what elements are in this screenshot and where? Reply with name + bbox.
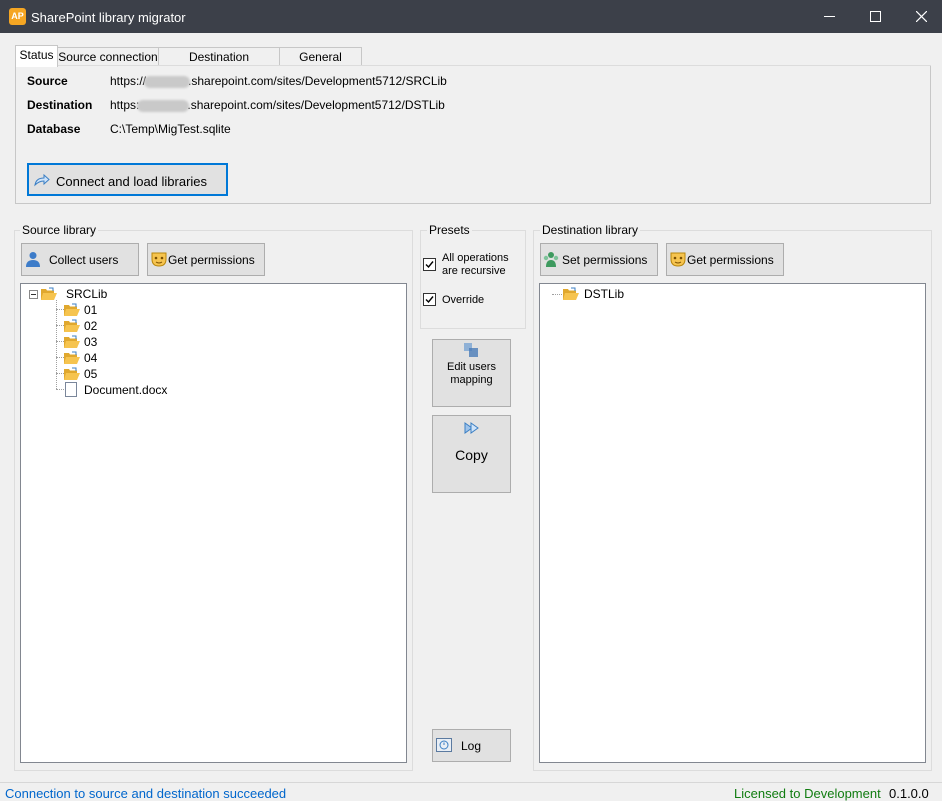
redacted-tenant: [137, 99, 190, 112]
tab-status[interactable]: Status: [15, 45, 58, 67]
status-panel: Source https:// .sharepoint.com/sites/Dev…: [15, 66, 931, 204]
tab-source-connection[interactable]: Source connection: [57, 47, 159, 67]
destination-get-permissions-label: Get permissions: [687, 253, 774, 267]
destination-tree[interactable]: DSTLib: [539, 283, 926, 763]
tree-node-label: Document.docx: [84, 383, 168, 397]
destination-url-suffix: .sharepoint.com/sites/Development5712/DS…: [187, 98, 445, 112]
set-permissions-button[interactable]: Set permissions: [540, 243, 658, 276]
tree-node-label: DSTLib: [584, 287, 625, 301]
source-library-title: Source library: [20, 223, 99, 237]
override-checkbox[interactable]: [423, 293, 436, 306]
tree-connector: [552, 294, 562, 295]
open-folder-icon: [64, 319, 80, 332]
destination-label: Destination: [27, 98, 93, 112]
connect-button-label: Connect and load libraries: [56, 174, 208, 189]
tree-node-label: 03: [84, 335, 98, 349]
destination-get-permissions-button[interactable]: Get permissions: [666, 243, 784, 276]
collapse-icon: [29, 290, 38, 299]
open-folder-icon: [64, 367, 80, 380]
close-icon: [916, 11, 927, 22]
redacted-tenant: [144, 75, 191, 88]
window-title: SharePoint library migrator: [31, 10, 186, 25]
edit-users-mapping-button[interactable]: Edit users mapping: [432, 339, 511, 407]
close-button[interactable]: [898, 0, 942, 33]
collect-users-button[interactable]: Collect users: [21, 243, 139, 276]
open-folder-icon: [563, 287, 579, 300]
app-logo-icon: AP: [9, 8, 26, 25]
recursive-checkbox[interactable]: [423, 258, 436, 271]
masks-icon: [151, 252, 167, 267]
version-text: 0.1.0.0: [889, 786, 929, 801]
license-text: Licensed to Development: [734, 786, 881, 801]
edit-users-mapping-label: Edit users mapping: [447, 361, 496, 386]
status-message: Connection to source and destination suc…: [5, 786, 287, 801]
tree-node-label: 04: [84, 351, 98, 365]
source-tree[interactable]: SRCLib 01 02 03 04 05 Document.docx: [20, 283, 407, 763]
log-button[interactable]: Log: [432, 729, 511, 762]
maximize-button[interactable]: [852, 0, 898, 33]
log-icon: [436, 738, 452, 752]
masks-icon: [670, 252, 686, 267]
tab-general-setting[interactable]: General setting: [279, 47, 362, 83]
copy-button[interactable]: Copy: [432, 415, 511, 493]
tab-destination-connection[interactable]: Destination connection: [158, 47, 280, 83]
copy-label: Copy: [455, 447, 488, 463]
check-icon: [425, 261, 434, 269]
destination-url: https: .sharepoint.com/sites/Development5…: [110, 98, 445, 112]
tree-node-label: 01: [84, 303, 98, 317]
check-icon: [425, 296, 434, 304]
set-permissions-label: Set permissions: [562, 253, 648, 267]
database-path: C:\Temp\MigTest.sqlite: [110, 122, 231, 136]
database-label: Database: [27, 122, 81, 136]
source-get-permissions-button[interactable]: Get permissions: [147, 243, 265, 276]
presets-title: Presets: [427, 223, 472, 237]
play-arrow-icon: [464, 422, 479, 434]
open-folder-icon: [41, 287, 57, 300]
minimize-button[interactable]: [806, 0, 852, 33]
title-bar: AP SharePoint library migrator: [0, 0, 942, 33]
connect-button[interactable]: Connect and load libraries: [27, 163, 228, 196]
open-folder-icon: [64, 303, 80, 316]
log-label: Log: [461, 739, 482, 753]
destination-url-prefix: https:: [110, 98, 140, 112]
source-url-suffix: .sharepoint.com/sites/Development5712/SR…: [188, 74, 447, 88]
source-url: https:// .sharepoint.com/sites/Developmen…: [110, 74, 447, 88]
user-icon: [26, 252, 40, 267]
presets-group: [420, 230, 526, 329]
recursive-label: All operations are recursive: [442, 252, 509, 277]
mapping-icon: [464, 343, 478, 357]
group-users-icon: [543, 252, 559, 267]
source-label: Source: [27, 74, 68, 88]
tree-node-label: 05: [84, 367, 98, 381]
tree-node-label: SRCLib: [66, 287, 108, 301]
status-bar: Connection to source and destination suc…: [0, 782, 942, 801]
source-url-prefix: https://: [110, 74, 147, 88]
maximize-icon: [870, 11, 881, 22]
open-folder-icon: [64, 335, 80, 348]
source-get-permissions-label: Get permissions: [168, 253, 255, 267]
destination-library-title: Destination library: [540, 223, 641, 237]
tree-connector: [56, 300, 57, 389]
collect-users-label: Collect users: [49, 253, 119, 267]
tree-node-label: 02: [84, 319, 98, 333]
document-icon: [65, 382, 77, 397]
minimize-icon: [824, 16, 835, 17]
connect-arrow-icon: [34, 173, 50, 187]
override-label: Override: [442, 294, 485, 306]
open-folder-icon: [64, 351, 80, 364]
